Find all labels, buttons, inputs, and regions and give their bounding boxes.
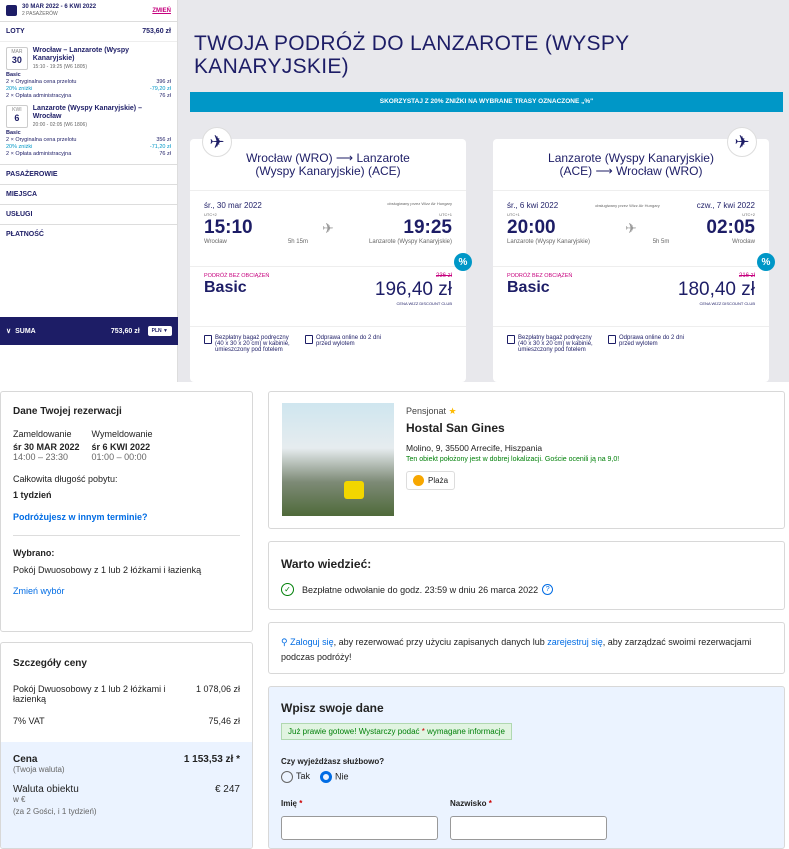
change-trip-link[interactable]: ZMIEŃ [152,8,171,14]
percent-badge-icon: % [454,253,472,271]
yellow-chair [344,481,364,499]
bag-icon [507,335,515,344]
good-to-know-panel: Warto wiedzieć: ✓ Bezpłatne odwołanie do … [268,541,785,610]
login-prompt: ⚲ Zaloguj się, aby rezerwować przy użyci… [268,622,785,674]
login-link[interactable]: Zaloguj się [290,637,334,647]
flight-2-price-lines: Basic 2 × Oryginalna cena przelotu 356 zł 2… [0,130,177,158]
plane-icon: ✈ [625,219,637,236]
section-payment[interactable]: PŁATNOŚĆ [0,224,177,244]
business-no-radio-tak[interactable] [281,771,293,783]
trip-header: 30 MAR 2022 - 6 KWI 2022 2 PASAŻERÓW ZMIE… [0,0,177,22]
departure-time: 15:10 [204,217,253,238]
outbound-route: Wrocław (WRO) ⟶ Lanzarote (Wyspy Kanaryj… [190,139,466,191]
price-details-panel: Szczegóły ceny Pokój Dwuosobowy z 1 lub … [0,642,253,849]
price-line: Basic [6,130,21,136]
operator: obsługiwany przez Wizz Air Hungary [387,201,452,206]
outbound-date: śr., 30 mar 2022 [204,201,262,210]
flights-total: 753,60 zł [142,28,171,35]
form-title: Wpisz swoje dane [281,701,384,715]
outbound-flight-card[interactable]: ✈ Wrocław (WRO) ⟶ Lanzarote (Wyspy Kanar… [190,127,472,382]
return-flight-card[interactable]: ✈ Lanzarote (Wyspy Kanaryjskie) (ACE) ⟶ … [493,127,775,382]
selected-room: Pokój Dwuosobowy z 1 lub 2 łóżkami i łaz… [13,565,202,575]
checkout-date: śr 6 KWI 2022 [91,442,151,452]
star-icon: ★ [448,406,457,416]
flight-1-time: 15:10 - 19:25 (W6 1805) [32,64,87,70]
passenger-count: 2 PASAŻERÓW [22,11,58,17]
price-line: Basic [6,72,21,78]
price-line: 2 × Oryginalna cena przelotu 356 zł [6,137,171,143]
hotel-card: Pensjonat ★ Hostal San Gines Molino, 9, … [268,391,785,529]
business-radio-nie[interactable] [320,771,333,783]
flight-1-date: MAR 30 [6,47,28,70]
flights-label: LOTY [6,28,25,35]
checkin-icon [608,335,616,344]
discount-banner[interactable]: SKORZYSTAJ Z 20% ZNIŻKI NA WYBRANE TRASY… [190,92,783,112]
free-cancellation: Bezpłatne odwołanie do godz. 23:59 w dni… [302,584,539,595]
total-label: SUMA [15,327,36,335]
other-dates-link[interactable]: Podróżujesz w innym terminie? [13,512,240,522]
booking-title: Dane Twojej rezerwacji [13,406,122,417]
flight-1: MAR 30 Wrocław – Lanzarote (Wyspy Kanaryj… [0,42,177,72]
change-selection-link[interactable]: Zmień wybór [13,586,240,596]
price-line: 2 × Opłata administracyjna 76 zł [6,151,171,157]
booking-details-panel: Dane Twojej rezerwacji Zameldowanie śr 30… [0,391,253,632]
beach-icon [413,475,424,486]
section-passengers[interactable]: PASAŻEROWIE [0,164,177,184]
location-score: Ten obiekt położony jest w dobrej lokali… [406,456,620,463]
flight-2-date: KWI 6 [6,105,28,128]
price-line: 20% zniżki -71,20 zł [6,144,171,150]
total-value: 753,60 zł [110,327,140,335]
duration: 5h 15m [287,239,308,245]
section-services[interactable]: USŁUGI [0,204,177,224]
currency-select[interactable]: PLN ▼ [147,326,172,336]
plane-return-icon: ✈ [727,127,757,157]
last-name-input[interactable] [450,816,607,840]
good-to-know-title: Warto wiedzieć: [281,557,372,571]
almost-done-notice: Już prawie gotowe! Wystarczy podać * wym… [281,723,512,740]
trip-dates: 30 MAR 2022 - 6 KWI 2022 [22,4,97,10]
hotel-photo [282,403,394,516]
first-name-input[interactable] [281,816,438,840]
flight-2-time: 20:00 - 02:05 (W6 1806) [32,122,87,128]
percent-badge-icon: % [757,253,775,271]
flight-1-price-lines: Basic 2 × Oryginalna cena przelotu 396 zł 2… [0,72,177,100]
trip-title: TWOJA PODRÓŻ DO LANZAROTE (WYSPY KANARYJ… [194,32,630,78]
vat-price: 75,46 zł [208,716,240,726]
help-icon[interactable]: ? [542,584,554,595]
room-price: 1 078,06 zł [195,684,240,694]
hotel-address: Molino, 9, 35500 Arrecife, Hiszpania [406,443,543,453]
total-price: 1 153,53 zł * [183,754,240,765]
arrival-time: 19:25 [403,217,452,238]
check-circle-icon: ✓ [281,583,294,596]
total-bar[interactable]: ∨ SUMA 753,60 zł PLN ▼ [0,317,178,345]
stay-length: 1 tydzień [13,490,52,500]
beach-badge: Plaża [406,471,456,490]
chevron-down-icon: ∨ [6,328,12,335]
flight-2: KWI 6 Lanzarote (Wyspy Kanaryjskie) – Wro… [0,100,177,130]
guest-details-form: Wpisz swoje dane Już prawie gotowe! Wyst… [268,686,785,849]
price-title: Szczegóły ceny [13,658,87,669]
user-icon: ⚲ [281,637,291,647]
plane-icon: ✈ [322,219,334,236]
property-currency-price: € 247 [214,784,240,795]
price-line: 2 × Oryginalna cena przelotu 396 zł [6,79,171,85]
hotel-name: Hostal San Gines [406,421,505,435]
fare-price: 196,40 zł [374,279,452,300]
flights-row: LOTY 753,60 zł [0,22,177,42]
checkin-icon [305,335,313,344]
register-link[interactable]: zarejestruj się [547,637,603,647]
wizzair-section: 30 MAR 2022 - 6 KWI 2022 2 PASAŻERÓW ZMIE… [0,0,789,382]
property-type: Pensjonat [406,406,447,416]
plane-departure-icon: ✈ [202,127,232,157]
calendar-icon [6,5,17,16]
price-line: 2 × Opłata administracyjna 76 zł [6,93,171,99]
section-seats[interactable]: MIEJSCA [0,184,177,204]
flight-2-route: Lanzarote (Wyspy Kanaryjskie) – Wrocław [32,105,142,120]
bag-icon [204,335,212,344]
checkin-date: śr 30 MAR 2022 [13,442,80,452]
price-line: 20% zniżki -79,20 zł [6,86,171,92]
flight-1-route: Wrocław – Lanzarote (Wyspy Kanaryjskie) [32,47,129,62]
